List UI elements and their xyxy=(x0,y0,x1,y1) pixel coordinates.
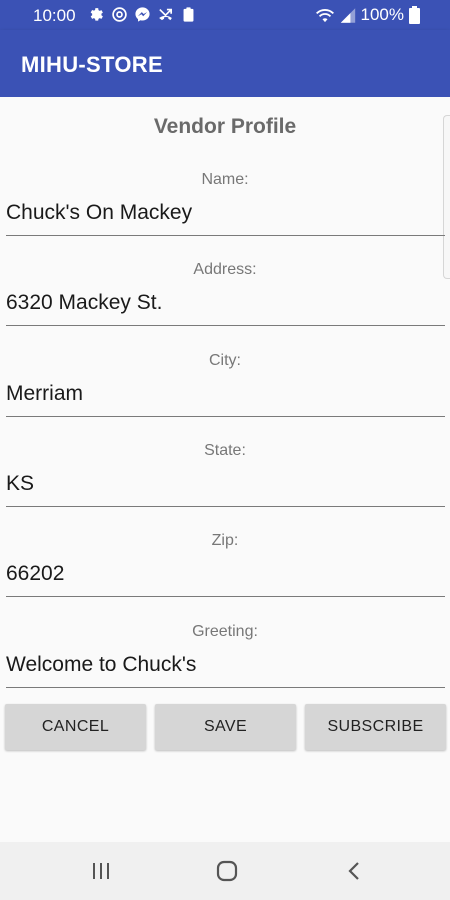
state-input[interactable]: KS xyxy=(6,472,444,496)
subscribe-button[interactable]: SUBSCRIBE xyxy=(305,704,446,750)
greeting-field-group: Greeting: Welcome to Chuck's xyxy=(0,623,450,713)
address-field-group: Address: 6320 Mackey St. xyxy=(0,261,450,351)
address-underline xyxy=(6,325,445,326)
settings-gear-icon xyxy=(90,8,103,21)
greeting-label: Greeting: xyxy=(192,623,258,640)
vendor-profile-form: Vendor Profile Name: Chuck's On Mackey A… xyxy=(0,97,450,842)
state-label: State: xyxy=(204,442,246,459)
home-button[interactable] xyxy=(214,859,240,883)
navigation-bar xyxy=(0,842,450,900)
page-title: Vendor Profile xyxy=(153,115,297,138)
battery-percent: 100% xyxy=(360,5,404,24)
address-input[interactable]: 6320 Mackey St. xyxy=(6,291,444,315)
recent-apps-button[interactable] xyxy=(88,859,114,883)
back-button[interactable] xyxy=(341,859,367,883)
messenger-icon xyxy=(135,7,150,22)
app-bar: MIHU-STORE xyxy=(0,30,450,97)
save-button[interactable]: SAVE xyxy=(155,704,296,750)
app-title: MIHU-STORE xyxy=(21,52,163,77)
status-bar: 10:00 100% xyxy=(0,0,450,30)
back-icon xyxy=(348,862,359,880)
clipboard-icon xyxy=(183,7,194,22)
city-underline xyxy=(6,416,445,417)
name-field-group: Name: Chuck's On Mackey xyxy=(0,171,450,261)
missed-call-icon xyxy=(159,8,173,21)
name-underline xyxy=(6,235,445,236)
system-icons: 100% xyxy=(315,5,420,25)
cancel-button[interactable]: CANCEL xyxy=(5,704,146,750)
city-field-group: City: Merriam xyxy=(0,352,450,442)
wifi-icon xyxy=(315,8,334,22)
greeting-underline xyxy=(6,687,445,688)
recent-apps-icon xyxy=(93,863,109,879)
home-icon xyxy=(216,860,238,882)
city-input[interactable]: Merriam xyxy=(6,382,444,406)
zip-underline xyxy=(6,596,445,597)
state-field-group: State: KS xyxy=(0,442,450,532)
city-label: City: xyxy=(209,352,241,369)
zip-input[interactable]: 66202 xyxy=(6,562,444,586)
name-label: Name: xyxy=(201,171,249,188)
notification-icons xyxy=(88,6,197,23)
action-buttons: CANCEL SAVE SUBSCRIBE xyxy=(0,704,450,750)
greeting-input[interactable]: Welcome to Chuck's xyxy=(6,653,444,677)
name-input[interactable]: Chuck's On Mackey xyxy=(6,201,444,225)
signal-icon xyxy=(340,7,355,23)
zip-field-group: Zip: 66202 xyxy=(0,532,450,622)
state-underline xyxy=(6,506,445,507)
battery-icon xyxy=(409,6,420,24)
at-sign-icon xyxy=(112,7,127,22)
status-time: 10:00 xyxy=(33,6,76,25)
zip-label: Zip: xyxy=(211,532,239,549)
address-label: Address: xyxy=(193,261,257,278)
